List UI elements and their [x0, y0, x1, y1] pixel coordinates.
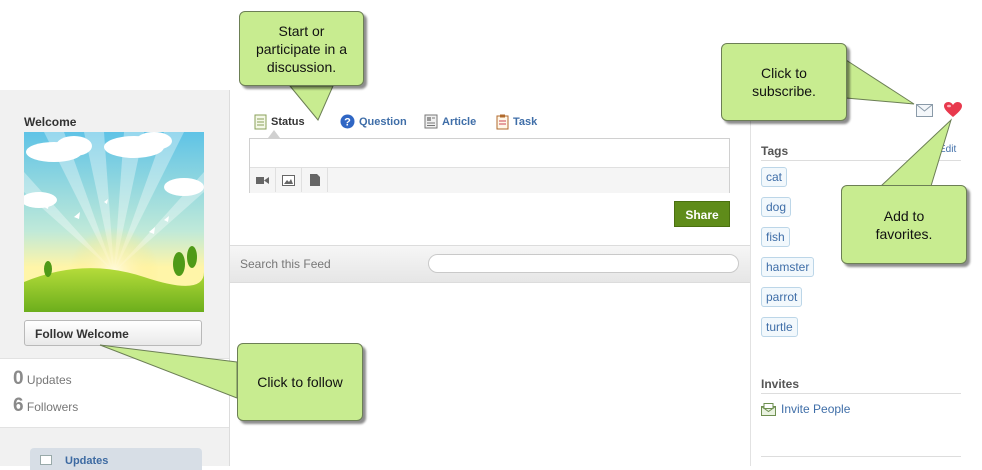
callout-subscribe: Click to subscribe. — [721, 43, 847, 121]
favorites-tail — [879, 118, 953, 187]
callout-favorites: Add to favorites. — [841, 185, 967, 264]
callout-follow: Click to follow — [237, 343, 363, 421]
subscribe-tail — [845, 59, 915, 105]
follow-tail — [99, 344, 238, 399]
callout-discussion: Start or participate in a discussion. — [239, 11, 364, 86]
discussion-tail — [288, 85, 334, 121]
